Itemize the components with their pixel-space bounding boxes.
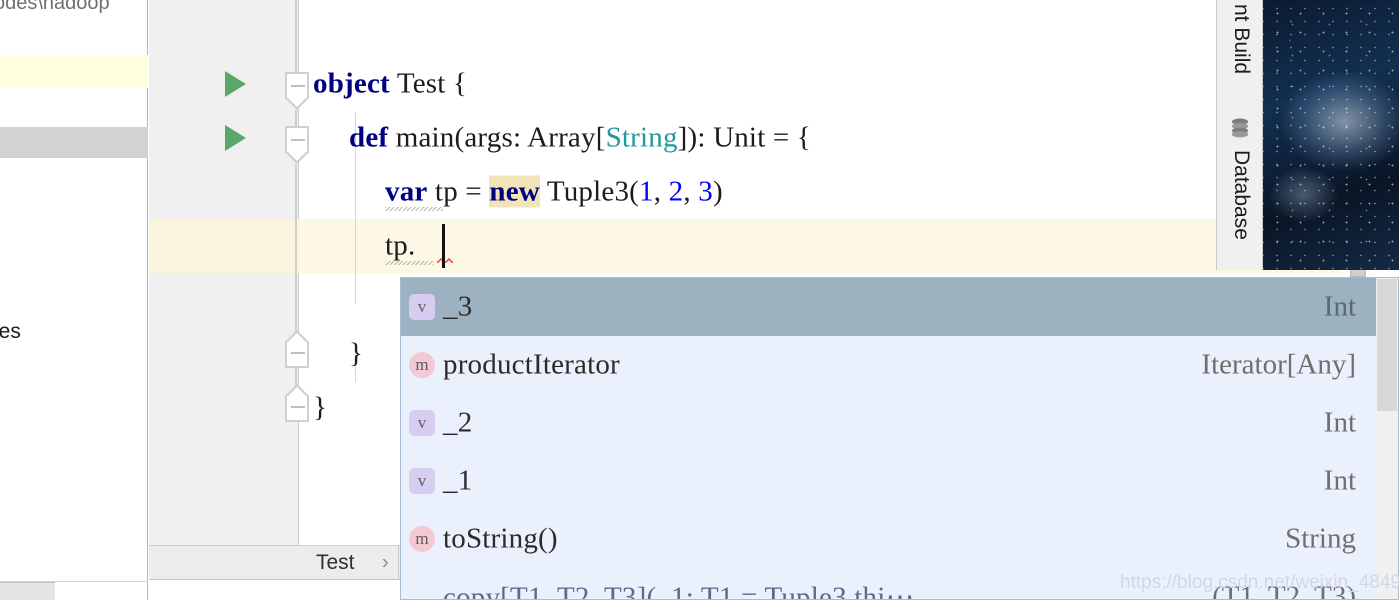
completion-scrollbar[interactable] — [1376, 278, 1398, 599]
completion-item-label: copy[T1, T2, T3](_1: T1 = Tuple3.thi⋯ — [443, 581, 915, 600]
fold-connector — [295, 164, 297, 341]
breadcrumb-item-test[interactable]: Test — [316, 551, 355, 575]
fold-marker-close-main[interactable] — [285, 330, 309, 368]
type-array: Array[ — [527, 121, 606, 154]
project-row-highlighted[interactable] — [0, 55, 148, 88]
code-line-3: object Test { — [313, 68, 467, 101]
expression-tp-dot: tp. — [385, 229, 416, 262]
paren-close: ) — [712, 175, 723, 208]
tool-window-bar[interactable]: nt Build Database — [1216, 0, 1263, 270]
brace-close-main: } — [349, 337, 364, 370]
code-completion-popup[interactable]: v _3 Int m productIterator Iterator[Any]… — [400, 277, 1399, 600]
code-line-6: tp. — [385, 230, 415, 263]
fold-marker-open-main[interactable] — [285, 126, 309, 164]
keyword-var: var — [385, 175, 428, 208]
project-panel[interactable]: odes\hadoop les — [0, 0, 148, 600]
literal-2: 2 — [668, 175, 684, 208]
error-squiggle — [437, 258, 453, 263]
completion-item-type: Int — [1323, 290, 1356, 323]
object-name — [390, 68, 397, 100]
tuple-call: Tuple3( — [539, 175, 640, 208]
minus-icon — [291, 352, 305, 354]
method-signature: main(args: — [388, 121, 528, 154]
fold-connector — [295, 0, 297, 72]
completion-item-type: Int — [1323, 406, 1356, 439]
desktop-wallpaper — [1263, 0, 1399, 270]
run-object-icon[interactable] — [225, 71, 246, 97]
completion-item-type: Iterator[Any] — [1201, 348, 1356, 381]
ide-window: odes\hadoop les 2 3 4 5 6 7 8 9 10 — [0, 0, 1399, 600]
run-main-icon[interactable] — [225, 125, 246, 151]
stars-texture — [1263, 0, 1399, 270]
project-path-label: odes\hadoop — [0, 0, 110, 14]
tool-window-database[interactable]: Database — [1229, 150, 1253, 240]
completion-scrollbar-thumb[interactable] — [1377, 279, 1397, 411]
completion-item[interactable]: v _1 Int — [401, 452, 1398, 510]
completion-item-type: (T1, T2, T3) — [1212, 580, 1356, 600]
completion-item[interactable]: copy[T1, T2, T3](_1: T1 = Tuple3.thi⋯ (T… — [401, 568, 1398, 600]
completion-item-label: _2 — [443, 406, 473, 439]
code-line-9: } — [313, 392, 327, 425]
keyword-def: def — [349, 121, 389, 154]
active-line-gutter-highlight — [149, 219, 299, 273]
literal-1: 1 — [639, 175, 654, 208]
brace-open: { — [445, 67, 468, 100]
value-kind-icon: v — [409, 294, 435, 320]
value-kind-icon: v — [409, 410, 435, 436]
brace-close-object: } — [313, 391, 328, 424]
text-caret — [442, 224, 445, 268]
completion-item-type: Int — [1323, 464, 1356, 497]
method-kind-icon: m — [409, 352, 435, 378]
completion-item-label: productIterator — [443, 348, 620, 381]
project-item-label: les — [0, 320, 21, 343]
fold-connector — [295, 110, 297, 126]
comma: , — [653, 175, 669, 208]
breadcrumb-separator-icon: › — [382, 551, 389, 573]
minus-icon — [291, 85, 305, 87]
comma: , — [683, 175, 699, 208]
type-string: String — [605, 121, 678, 154]
minus-icon — [291, 406, 305, 408]
keyword-new: new — [489, 175, 540, 208]
completion-item[interactable]: m productIterator Iterator[Any] — [401, 336, 1398, 394]
minus-icon — [291, 139, 305, 141]
fold-marker-open-object[interactable] — [285, 72, 309, 110]
completion-item[interactable]: m toString() String — [401, 510, 1398, 568]
completion-item-label: toString() — [443, 522, 558, 555]
literal-3: 3 — [698, 175, 713, 208]
active-line-highlight — [299, 219, 1341, 273]
project-row-selected[interactable] — [0, 127, 148, 158]
code-line-5: var tp = new Tuple3(1, 2, 3) — [385, 175, 723, 209]
tool-window-ant-build[interactable]: nt Build — [1229, 4, 1253, 74]
completion-item[interactable]: v _2 Int — [401, 394, 1398, 452]
fold-marker-close-object[interactable] — [285, 384, 309, 422]
code-line-4: def main(args: Array[String]): Unit = { — [349, 122, 811, 155]
warning-squiggle-tp — [385, 261, 433, 265]
completion-item-label: _3 — [443, 290, 473, 323]
code-line-8: } — [349, 338, 363, 371]
completion-item[interactable]: v _3 Int — [401, 278, 1398, 336]
completion-item-label: _1 — [443, 464, 473, 497]
breadcrumb-divider — [398, 545, 399, 580]
database-icon — [1231, 118, 1249, 138]
method-kind-icon: m — [409, 526, 435, 552]
type-name-test: Test — [396, 67, 446, 100]
project-status-chip[interactable] — [0, 582, 55, 600]
keyword-object: object — [313, 67, 390, 100]
signature-tail: ]): Unit = { — [677, 121, 812, 154]
value-kind-icon: v — [409, 468, 435, 494]
completion-item-type: String — [1285, 522, 1356, 555]
var-assign: tp = — [427, 175, 490, 208]
warning-squiggle-var — [385, 207, 443, 211]
